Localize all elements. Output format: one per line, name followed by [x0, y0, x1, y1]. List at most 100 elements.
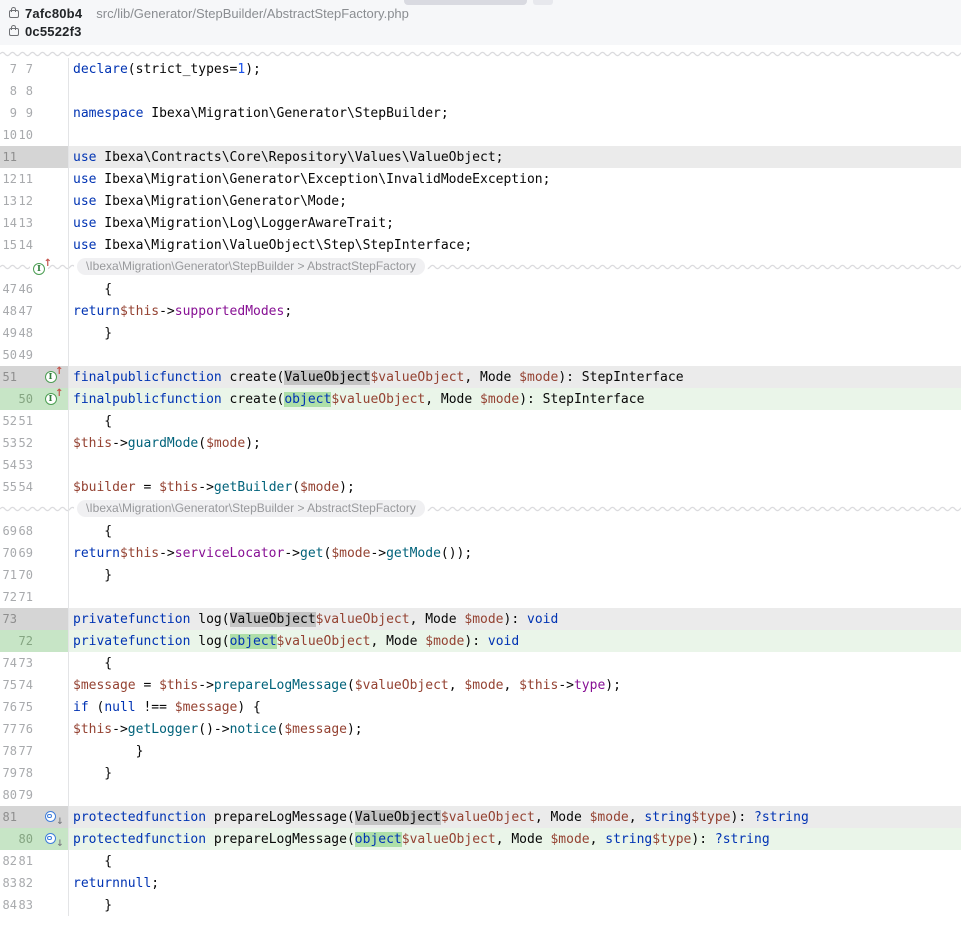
code-line[interactable]: 77declare(strict_types=1); [0, 58, 961, 80]
new-line-number: 79 [17, 788, 33, 802]
old-line-number: 73 [0, 612, 17, 626]
code-line[interactable]: 8382 return null; [0, 872, 961, 894]
gutter-border [68, 498, 69, 520]
code-line[interactable]: 1514use Ibexa\Migration\ValueObject\Step… [0, 234, 961, 256]
code-line[interactable]: 5352 $this->guardMode($mode); [0, 432, 961, 454]
new-line-number: 11 [17, 172, 33, 186]
old-line-number: 13 [0, 194, 17, 208]
old-line-number: 7 [0, 62, 17, 76]
collapsed-region-separator[interactable]: I↑ \Ibexa\Migration\Generator\StepBuilder… [0, 256, 961, 278]
code-line[interactable]: 7170 } [0, 564, 961, 586]
commit-hash-after[interactable]: 0c5522f3 [25, 24, 82, 39]
new-line-number: 69 [17, 546, 33, 560]
new-line-number: 48 [17, 326, 33, 340]
implements-method-icon[interactable]: I↑ [33, 263, 45, 275]
old-line-number: 10 [0, 128, 17, 142]
gutter: 1514 [0, 234, 68, 256]
old-line-number: 52 [0, 414, 17, 428]
code-line[interactable]: 7069 return $this->serviceLocator->get($… [0, 542, 961, 564]
new-line-number: 72 [17, 634, 33, 648]
gutter: 81 ↓ [0, 806, 68, 828]
code-line[interactable]: 4847 return $this->supportedModes; [0, 300, 961, 322]
old-line-number: 11 [0, 150, 17, 164]
code-line[interactable]: 7877 } [0, 740, 961, 762]
gutter: 51I↑ [0, 366, 68, 388]
code-line[interactable]: 7473 { [0, 652, 961, 674]
old-line-number: 69 [0, 524, 17, 538]
code-line[interactable]: 11use Ibexa\Contracts\Core\Repository\Va… [0, 146, 961, 168]
overridden-method-icon[interactable]: ↓ [45, 811, 57, 823]
code-text: { [68, 520, 961, 542]
gutter: 11 [0, 146, 68, 168]
gutter: 7069 [0, 542, 68, 564]
code-text: { [68, 278, 961, 300]
code-text [68, 454, 961, 476]
new-line-number: 51 [17, 414, 33, 428]
code-line[interactable]: 88 [0, 80, 961, 102]
code-line[interactable]: 7574 $message = $this->prepareLogMessage… [0, 674, 961, 696]
code-line[interactable]: 50I↑ final public function create(object… [0, 388, 961, 410]
new-line-number: 9 [17, 106, 33, 120]
code-text: if (null !== $message) { [68, 696, 961, 718]
gutter: 72 [0, 630, 68, 652]
old-line-number: 70 [0, 546, 17, 560]
overridden-method-icon[interactable]: ↓ [45, 833, 57, 845]
file-path: src/lib/Generator/StepBuilder/AbstractSt… [96, 6, 409, 21]
old-line-number: 75 [0, 678, 17, 692]
code-line[interactable]: 1211use Ibexa\Migration\Generator\Except… [0, 168, 961, 190]
gutter: 99 [0, 102, 68, 124]
code-line[interactable]: 80↓ protected function prepareLogMessage… [0, 828, 961, 850]
cutoff-tab [533, 0, 553, 5]
code-line[interactable]: 4746 { [0, 278, 961, 300]
code-line[interactable]: 5453 [0, 454, 961, 476]
collapsed-region-label: \Ibexa\Migration\Generator\StepBuilder >… [77, 258, 425, 275]
code-line[interactable]: 1010 [0, 124, 961, 146]
code-text: return $this->serviceLocator->get($mode-… [68, 542, 961, 564]
new-line-number: 12 [17, 194, 33, 208]
code-text: private function log(object $valueObject… [68, 630, 961, 652]
code-line[interactable]: 1312use Ibexa\Migration\Generator\Mode; [0, 190, 961, 212]
old-line-number: 82 [0, 854, 17, 868]
code-line[interactable]: 6968 { [0, 520, 961, 542]
collapsed-region-separator[interactable]: \Ibexa\Migration\Generator\StepBuilder >… [0, 498, 961, 520]
code-line[interactable]: 99namespace Ibexa\Migration\Generator\St… [0, 102, 961, 124]
gutter: 5554 [0, 476, 68, 498]
code-line[interactable]: 5049 [0, 344, 961, 366]
code-text [68, 344, 961, 366]
code-line[interactable]: 72 private function log(object $valueObj… [0, 630, 961, 652]
gutter: 4948 [0, 322, 68, 344]
code-line[interactable]: 8079 [0, 784, 961, 806]
code-text: final public function create(object $val… [68, 388, 961, 410]
code-line[interactable]: 73 private function log(ValueObject $val… [0, 608, 961, 630]
code-text: return $this->supportedModes; [68, 300, 961, 322]
old-line-number: 77 [0, 722, 17, 736]
gutter: 1010 [0, 124, 68, 146]
commit-hash-before[interactable]: 7afc80b4 [25, 6, 82, 21]
up-arrow-icon: ↑ [55, 388, 63, 399]
new-line-number: 8 [17, 84, 33, 98]
gutter: 7170 [0, 564, 68, 586]
code-line[interactable]: 7978 } [0, 762, 961, 784]
code-line[interactable]: 7776 $this->getLogger()->notice($message… [0, 718, 961, 740]
code-line[interactable]: 81↓ protected function prepareLogMessage… [0, 806, 961, 828]
old-line-number: 83 [0, 876, 17, 890]
code-line[interactable]: 51I↑ final public function create(ValueO… [0, 366, 961, 388]
gutter: 5352 [0, 432, 68, 454]
new-line-number: 13 [17, 216, 33, 230]
code-line[interactable]: 8281 { [0, 850, 961, 872]
implements-method-icon[interactable]: I↑ [45, 393, 57, 405]
old-line-number: 81 [0, 810, 17, 824]
old-line-number: 72 [0, 590, 17, 604]
new-line-number: 82 [17, 876, 33, 890]
down-arrow-icon: ↓ [56, 839, 64, 849]
code-line[interactable]: 7271 [0, 586, 961, 608]
gutter: 80↓ [0, 828, 68, 850]
code-line[interactable]: 5251 { [0, 410, 961, 432]
code-text: $this->getLogger()->notice($message); [68, 718, 961, 740]
code-line[interactable]: 7675 if (null !== $message) { [0, 696, 961, 718]
code-line[interactable]: 4948 } [0, 322, 961, 344]
code-line[interactable]: 1413use Ibexa\Migration\Log\LoggerAwareT… [0, 212, 961, 234]
code-line[interactable]: 8483 } [0, 894, 961, 916]
implements-method-icon[interactable]: I↑ [45, 371, 57, 383]
code-line[interactable]: 5554 $builder = $this->getBuilder($mode)… [0, 476, 961, 498]
